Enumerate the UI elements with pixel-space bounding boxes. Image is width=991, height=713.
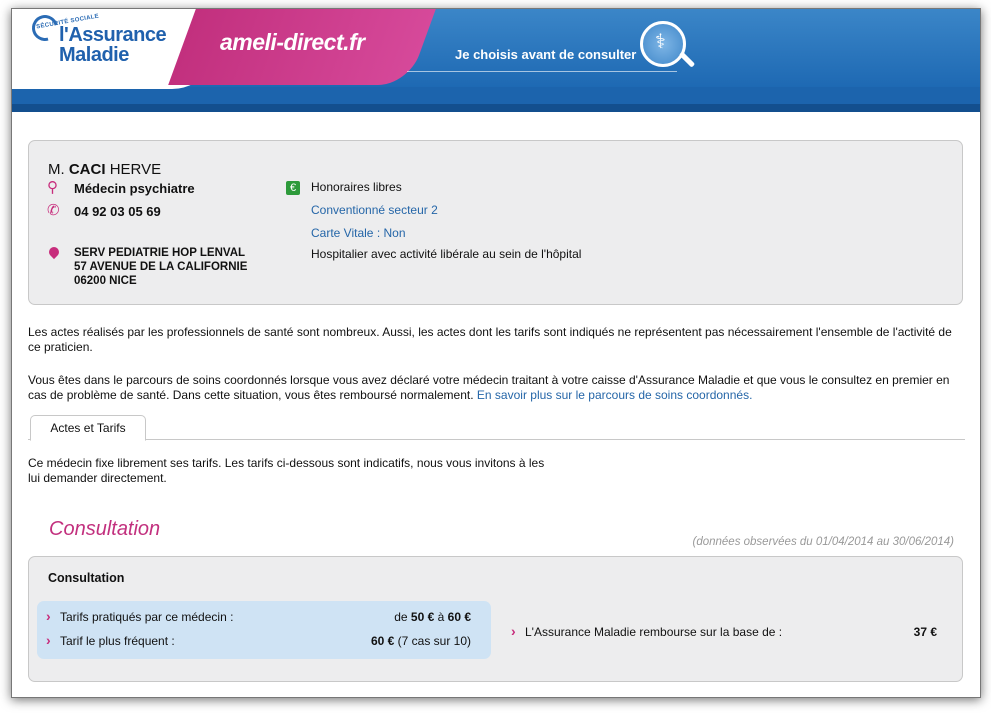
tarifs-pratiques-value: de 50 € à 60 € xyxy=(394,610,471,624)
tab-divider xyxy=(28,439,965,440)
chevron-right-icon: › xyxy=(46,632,51,648)
stethoscope-icon: ⚲ xyxy=(47,179,58,196)
location-pin-icon xyxy=(46,244,62,260)
section-title-consultation: Consultation xyxy=(49,518,161,540)
tab-actes-tarifs[interactable]: Actes et Tarifs xyxy=(30,415,146,441)
honoraires-label: Honoraires libres xyxy=(311,180,402,194)
tarif-frequent-label: Tarif le plus fréquent : xyxy=(60,634,175,648)
doctor-address: SERV PEDIATRIE HOP LENVAL 57 AVENUE DE L… xyxy=(74,246,247,288)
carte-vitale-link[interactable]: Carte Vitale : Non xyxy=(311,226,406,240)
doctor-name: M. CACI HERVE xyxy=(48,161,161,178)
info-paragraph-1: Les actes réalisés par les professionnel… xyxy=(28,325,952,354)
logo-maladie[interactable]: Maladie xyxy=(59,44,129,67)
phone-icon: ✆ xyxy=(47,202,60,219)
chevron-right-icon: › xyxy=(511,623,516,639)
tarifs-pratiques-label: Tarifs pratiqués par ce médecin : xyxy=(60,610,234,624)
doctor-specialty: Médecin psychiatre xyxy=(74,181,195,196)
tarifs-panel: › Tarifs pratiqués par ce médecin : de 5… xyxy=(37,601,491,659)
observed-period: (données observées du 01/04/2014 au 30/0… xyxy=(692,536,954,548)
doctor-phone[interactable]: 04 92 03 05 69 xyxy=(74,204,161,219)
consultation-box-title: Consultation xyxy=(48,571,125,585)
header-tagline: Je choisis avant de consulter xyxy=(455,47,637,62)
address-line-3: 06200 NICE xyxy=(74,275,137,287)
hospitalier-label: Hospitalier avec activité libérale au se… xyxy=(311,247,582,261)
doctor-last-name: CACI xyxy=(68,161,106,178)
brand-link[interactable]: ameli-direct.fr xyxy=(220,29,365,56)
info-paragraph-2: Vous êtes dans le parcours de soins coor… xyxy=(28,373,963,403)
address-line-1: SERV PEDIATRIE HOP LENVAL xyxy=(74,247,246,259)
consultation-box: Consultation › Tarifs pratiqués par ce m… xyxy=(28,556,963,682)
doctor-title: M. xyxy=(48,161,65,178)
address-line-2: 57 AVENUE DE LA CALIFORNIE xyxy=(74,261,248,273)
remboursement-label: L'Assurance Maladie rembourse sur la bas… xyxy=(525,625,783,639)
euro-icon: € xyxy=(286,181,300,195)
doctor-icon: ⚕ xyxy=(655,31,666,53)
doctor-card: M. CACI HERVE ⚲ Médecin psychiatre ✆ 04 … xyxy=(28,140,963,305)
browser-window: SÉCURITÉ SOCIALE l'Assurance Maladie ame… xyxy=(11,8,981,698)
tarifs-intro: Ce médecin fixe librement ses tarifs. Le… xyxy=(28,456,545,485)
secteur-link[interactable]: Conventionné secteur 2 xyxy=(311,203,438,217)
parcours-soins-link[interactable]: En savoir plus sur le parcours de soins … xyxy=(477,388,752,402)
tarif-frequent-value: 60 € (7 cas sur 10) xyxy=(370,634,471,648)
doctor-first-name: HERVE xyxy=(109,161,162,178)
site-header: SÉCURITÉ SOCIALE l'Assurance Maladie ame… xyxy=(12,9,980,112)
chevron-right-icon: › xyxy=(46,608,51,624)
remboursement-value: 37 € xyxy=(913,625,937,639)
